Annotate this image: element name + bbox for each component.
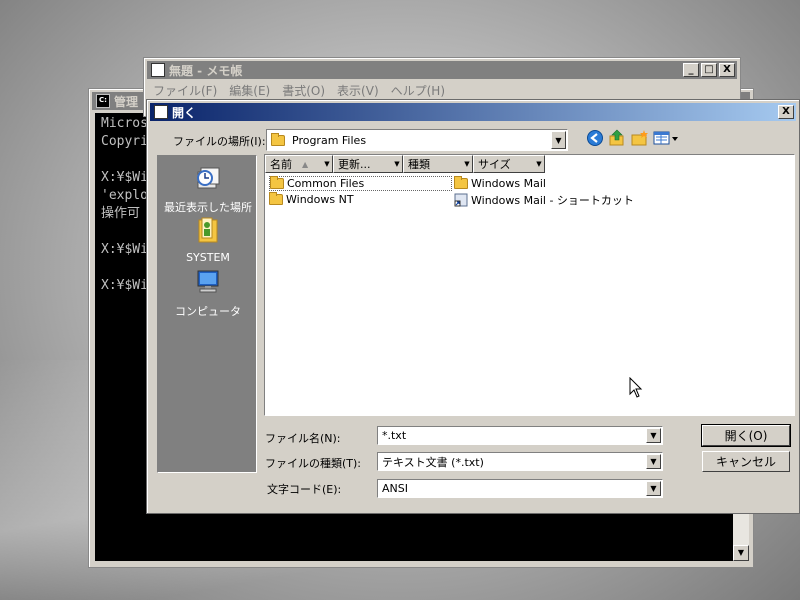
file-name: Windows Mail [471, 177, 546, 190]
chevron-down-icon[interactable]: ▼ [646, 481, 661, 496]
look-in-value: Program Files [292, 133, 367, 147]
place-recent[interactable]: 最近表示した場所 [158, 162, 258, 215]
notepad-menubar: ファイル(F) 編集(E) 書式(O) 表示(V) ヘルプ(H) [147, 80, 737, 100]
chevron-down-icon[interactable]: ▼ [534, 157, 544, 171]
notepad-titlebar[interactable]: 無題 - メモ帳 _ □ X [147, 61, 737, 79]
menu-help[interactable]: ヘルプ(H) [385, 82, 451, 99]
cancel-button[interactable]: キャンセル [702, 451, 790, 472]
place-computer[interactable]: コンピュータ [158, 266, 258, 319]
place-computer-label: コンピュータ [175, 305, 241, 318]
folder-icon [271, 132, 285, 146]
chevron-down-icon[interactable]: ▼ [462, 157, 472, 171]
list-item[interactable]: Common Files [269, 176, 452, 191]
list-item[interactable]: Windows Mail [454, 176, 546, 191]
chevron-down-icon[interactable]: ▼ [322, 157, 332, 171]
notepad-icon [151, 63, 165, 77]
column-modified[interactable]: 更新... ▼ [333, 155, 403, 173]
folder-icon [269, 192, 283, 205]
column-size-label: サイズ [478, 158, 511, 171]
console-icon: C: [96, 94, 110, 108]
chevron-down-icon[interactable]: ▼ [392, 157, 402, 171]
new-folder-icon[interactable] [631, 129, 649, 147]
file-list[interactable]: 名前 ▲ ▼ 更新... ▼ 種類 ▼ サイズ ▼ Common Files W… [264, 154, 795, 416]
console-title: 管理 [114, 94, 139, 109]
open-dialog[interactable]: 開く X ファイルの場所(I): Program Files ▼ 最近表示した場… [146, 99, 800, 514]
mouse-cursor-icon [629, 377, 643, 398]
up-folder-icon[interactable] [608, 129, 626, 147]
dialog-close-button[interactable]: X [778, 105, 794, 119]
file-name: Windows NT [286, 193, 354, 206]
list-item[interactable]: Windows NT [269, 192, 354, 207]
chevron-down-icon[interactable]: ▼ [646, 454, 661, 469]
filename-label: ファイル名(N): [265, 432, 341, 445]
column-name-label: 名前 [270, 158, 292, 171]
place-system-label: SYSTEM [186, 251, 230, 264]
look-in-label: ファイルの場所(I): [173, 135, 266, 148]
filetype-value: テキスト文書 (*.txt) [382, 455, 484, 469]
encoding-value: ANSI [382, 482, 408, 495]
column-type-label: 種類 [408, 158, 430, 171]
back-icon[interactable] [586, 129, 604, 147]
column-type[interactable]: 種類 ▼ [403, 155, 473, 173]
column-modified-label: 更新... [338, 158, 371, 171]
file-name: Common Files [287, 177, 365, 190]
filetype-select[interactable]: テキスト文書 (*.txt) ▼ [377, 452, 663, 471]
place-recent-label: 最近表示した場所 [164, 201, 252, 214]
shortcut-icon [454, 193, 468, 206]
places-bar: 最近表示した場所 SYSTEM コンピュータ [157, 155, 257, 473]
folder-icon [454, 176, 468, 189]
column-name[interactable]: 名前 ▲ ▼ [265, 155, 333, 173]
notepad-title: 無題 - メモ帳 [169, 63, 243, 78]
look-in-combo[interactable]: Program Files ▼ [266, 129, 568, 151]
close-button[interactable]: X [719, 63, 735, 77]
column-size[interactable]: サイズ ▼ [473, 155, 545, 173]
open-button[interactable]: 開く(O) [701, 424, 791, 447]
sort-up-icon: ▲ [302, 159, 309, 169]
user-folder-icon [198, 217, 218, 243]
menu-format[interactable]: 書式(O) [276, 82, 331, 99]
notepad-icon [154, 105, 168, 119]
menu-file[interactable]: ファイル(F) [147, 82, 223, 99]
dialog-title: 開く [172, 105, 197, 120]
computer-icon [197, 270, 219, 293]
view-menu-icon[interactable] [653, 129, 679, 147]
menu-edit[interactable]: 編集(E) [223, 82, 276, 99]
encoding-select[interactable]: ANSI ▼ [377, 479, 663, 498]
chevron-down-icon[interactable]: ▼ [646, 428, 661, 443]
file-name: Windows Mail - ショートカット [471, 193, 634, 207]
list-item[interactable]: Windows Mail - ショートカット [454, 192, 634, 207]
place-system[interactable]: SYSTEM [158, 214, 258, 264]
dialog-titlebar[interactable]: 開く X [150, 103, 796, 121]
filename-field[interactable]: *.txt ▼ [377, 426, 663, 445]
encoding-label: 文字コード(E): [267, 483, 342, 496]
filename-value: *.txt [382, 429, 407, 442]
chevron-down-icon[interactable]: ▼ [551, 131, 566, 149]
scroll-down-arrow-icon[interactable]: ▼ [733, 545, 749, 561]
menu-view[interactable]: 表示(V) [331, 82, 385, 99]
recent-places-icon [197, 167, 220, 189]
minimize-button[interactable]: _ [683, 63, 699, 77]
maximize-button[interactable]: □ [701, 63, 717, 77]
folder-icon [270, 176, 284, 189]
filetype-label: ファイルの種類(T): [265, 457, 362, 470]
